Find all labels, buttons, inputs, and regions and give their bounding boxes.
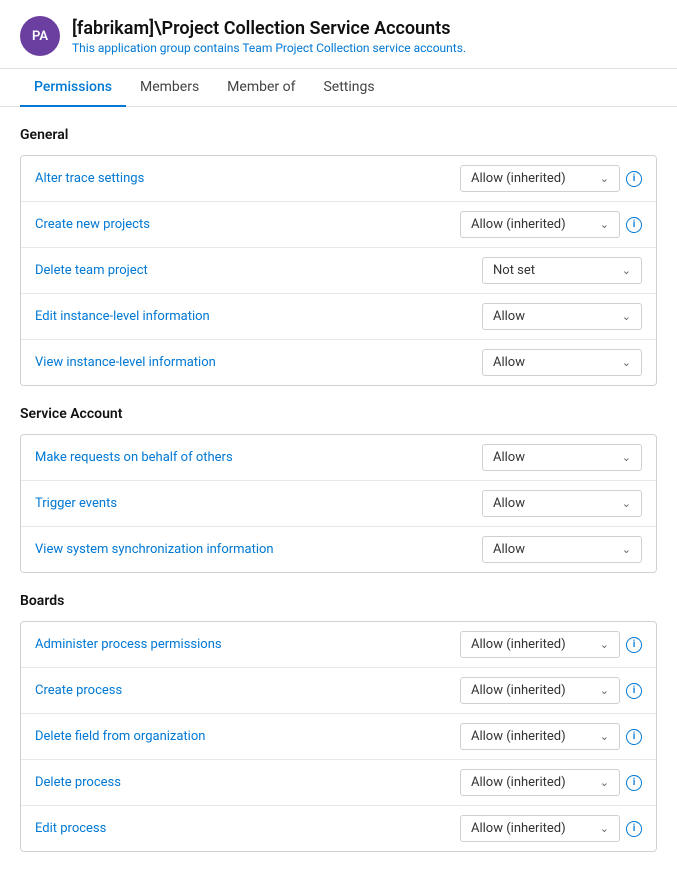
section-general-body: Alter trace settings Allow (inherited) ⌄… [20,155,657,386]
permission-name: Edit instance-level information [35,309,482,324]
tab-settings[interactable]: Settings [309,69,388,107]
info-icon[interactable]: i [626,821,642,837]
permission-control: Allow (inherited) ⌄ i [460,631,642,658]
permission-name: Edit process [35,821,460,836]
chevron-down-icon: ⌄ [622,451,631,464]
permission-dropdown[interactable]: Allow ⌄ [482,444,642,471]
permission-dropdown[interactable]: Allow (inherited) ⌄ [460,769,620,796]
permission-name: Trigger events [35,496,482,511]
permission-control: Allow (inherited) ⌄ i [460,815,642,842]
page-title: [fabrikam]\Project Collection Service Ac… [72,18,466,39]
info-icon[interactable]: i [626,683,642,699]
section-general-title: General [20,127,657,143]
permission-name: Delete process [35,775,460,790]
permission-dropdown[interactable]: Allow (inherited) ⌄ [460,165,620,192]
permission-dropdown[interactable]: Allow ⌄ [482,303,642,330]
section-general: General Alter trace settings Allow (inhe… [20,127,657,386]
permission-control: Allow (inherited) ⌄ i [460,769,642,796]
permission-name: View system synchronization information [35,542,482,557]
table-row: Create process Allow (inherited) ⌄ i [21,668,656,714]
info-icon[interactable]: i [626,171,642,187]
table-row: Edit process Allow (inherited) ⌄ i [21,806,656,851]
page-subtitle: This application group contains Team Pro… [72,41,466,55]
table-row: Alter trace settings Allow (inherited) ⌄… [21,156,656,202]
chevron-down-icon: ⌄ [622,356,631,369]
permission-name: Delete field from organization [35,729,460,744]
section-boards-body: Administer process permissions Allow (in… [20,621,657,852]
section-boards: Boards Administer process permissions Al… [20,593,657,852]
info-icon[interactable]: i [626,637,642,653]
tab-permissions[interactable]: Permissions [20,69,126,107]
section-service-account-body: Make requests on behalf of others Allow … [20,434,657,573]
header: PA [fabrikam]\Project Collection Service… [0,0,677,69]
permission-dropdown[interactable]: Allow (inherited) ⌄ [460,723,620,750]
table-row: Trigger events Allow ⌄ [21,481,656,527]
permission-control: Not set ⌄ [482,257,642,284]
chevron-down-icon: ⌄ [600,776,609,789]
permission-dropdown[interactable]: Allow (inherited) ⌄ [460,211,620,238]
tab-members[interactable]: Members [126,69,213,107]
permission-name: Create process [35,683,460,698]
chevron-down-icon: ⌄ [622,264,631,277]
permission-name: Administer process permissions [35,637,460,652]
permission-control: Allow (inherited) ⌄ i [460,165,642,192]
chevron-down-icon: ⌄ [600,172,609,185]
permission-dropdown[interactable]: Not set ⌄ [482,257,642,284]
table-row: View system synchronization information … [21,527,656,572]
info-icon[interactable]: i [626,775,642,791]
permission-dropdown[interactable]: Allow ⌄ [482,490,642,517]
permission-name: Create new projects [35,217,460,232]
permission-dropdown[interactable]: Allow ⌄ [482,349,642,376]
section-boards-title: Boards [20,593,657,609]
permission-control: Allow ⌄ [482,303,642,330]
tabs-bar: Permissions Members Member of Settings [0,69,677,107]
table-row: Edit instance-level information Allow ⌄ [21,294,656,340]
chevron-down-icon: ⌄ [600,822,609,835]
permission-dropdown[interactable]: Allow (inherited) ⌄ [460,631,620,658]
table-row: View instance-level information Allow ⌄ [21,340,656,385]
content-area: General Alter trace settings Allow (inhe… [0,107,677,892]
permission-control: Allow ⌄ [482,490,642,517]
permission-control: Allow (inherited) ⌄ i [460,723,642,750]
chevron-down-icon: ⌄ [622,497,631,510]
avatar: PA [20,16,60,56]
info-icon[interactable]: i [626,729,642,745]
permission-dropdown[interactable]: Allow (inherited) ⌄ [460,815,620,842]
permission-control: Allow (inherited) ⌄ i [460,677,642,704]
chevron-down-icon: ⌄ [600,730,609,743]
permission-name: View instance-level information [35,355,482,370]
table-row: Create new projects Allow (inherited) ⌄ … [21,202,656,248]
permission-name: Delete team project [35,263,482,278]
permission-dropdown[interactable]: Allow (inherited) ⌄ [460,677,620,704]
table-row: Delete field from organization Allow (in… [21,714,656,760]
permission-name: Alter trace settings [35,171,460,186]
chevron-down-icon: ⌄ [600,638,609,651]
tab-member-of[interactable]: Member of [213,69,309,107]
section-service-account-title: Service Account [20,406,657,422]
section-service-account: Service Account Make requests on behalf … [20,406,657,573]
chevron-down-icon: ⌄ [600,218,609,231]
chevron-down-icon: ⌄ [622,310,631,323]
table-row: Delete team project Not set ⌄ [21,248,656,294]
permission-dropdown[interactable]: Allow ⌄ [482,536,642,563]
permission-control: Allow (inherited) ⌄ i [460,211,642,238]
permission-name: Make requests on behalf of others [35,450,482,465]
permission-control: Allow ⌄ [482,349,642,376]
table-row: Make requests on behalf of others Allow … [21,435,656,481]
chevron-down-icon: ⌄ [622,543,631,556]
table-row: Delete process Allow (inherited) ⌄ i [21,760,656,806]
permission-control: Allow ⌄ [482,536,642,563]
permission-control: Allow ⌄ [482,444,642,471]
chevron-down-icon: ⌄ [600,684,609,697]
info-icon[interactable]: i [626,217,642,233]
table-row: Administer process permissions Allow (in… [21,622,656,668]
